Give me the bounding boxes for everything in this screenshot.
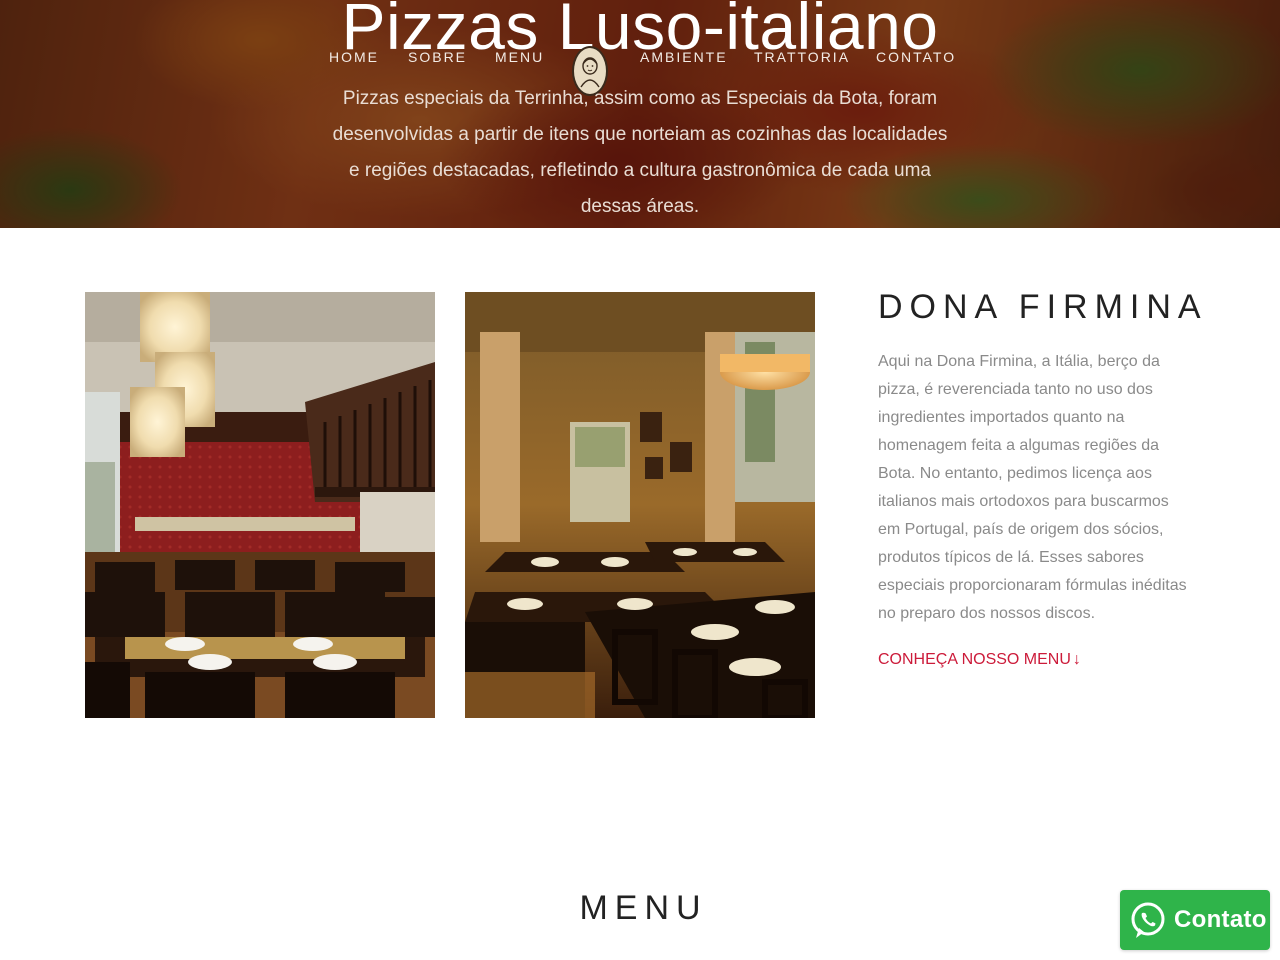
nav-item-sobre[interactable]: SOBRE (408, 49, 467, 65)
restaurant-interior-red-wall-photo (85, 292, 435, 718)
whatsapp-contact-label: Contato (1174, 906, 1267, 933)
nav-item-menu[interactable]: MENU (495, 49, 544, 65)
whatsapp-contact-button[interactable]: Contato (1120, 890, 1270, 950)
about-text: Aqui na Dona Firmina, a Itália, berço da… (878, 353, 1187, 622)
whatsapp-icon (1131, 902, 1165, 938)
menu-section-heading: MENU (579, 889, 708, 927)
hero-banner: Pizzas Luso-italiano HOME SOBRE MENU AMB… (0, 0, 1280, 228)
about-heading: DONA FIRMINA (878, 288, 1208, 326)
nav-item-home[interactable]: HOME (329, 49, 379, 65)
nav-item-ambiente[interactable]: AMBIENTE (640, 49, 728, 65)
nav-item-contato[interactable]: CONTATO (876, 49, 956, 65)
restaurant-interior-dining-room-photo (465, 292, 815, 718)
arrow-down-icon: ↓ (1072, 651, 1081, 668)
menu-link[interactable]: CONHEÇA NOSSO MENU ↓ (878, 650, 1081, 670)
hero-description: Pizzas especiais da Terrinha, assim como… (332, 88, 948, 217)
menu-link-label: CONHEÇA NOSSO MENU (878, 651, 1071, 668)
nav-item-trattoria[interactable]: TRATTORIA (754, 49, 850, 65)
